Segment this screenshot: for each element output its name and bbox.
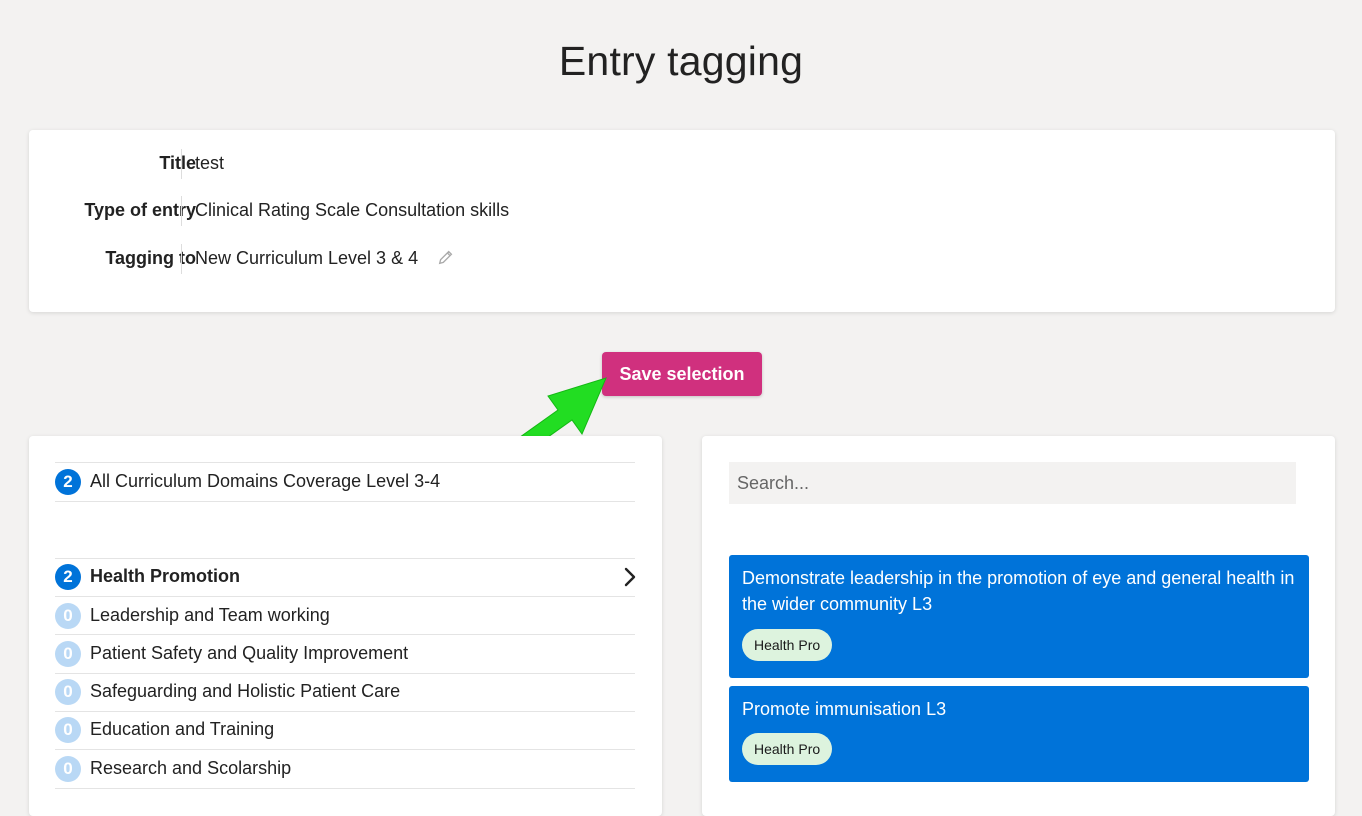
domain-item-education[interactable]: 0 Education and Training	[55, 711, 635, 749]
info-row-type: Type of entry Clinical Rating Scale Cons…	[29, 196, 1335, 226]
count-badge: 2	[55, 564, 81, 590]
domain-item-patient-safety[interactable]: 0 Patient Safety and Quality Improvement	[55, 635, 635, 673]
curriculum-overall-row[interactable]: 2 All Curriculum Domains Coverage Level …	[55, 463, 635, 501]
outcomes-panel: Demonstrate leadership in the promotion …	[702, 436, 1335, 816]
info-value: test	[195, 153, 225, 173]
domain-label: Research and Scolarship	[90, 758, 292, 778]
info-row-title: Title test	[29, 149, 1335, 179]
domain-label: Education and Training	[90, 719, 275, 739]
domain-label: Patient Safety and Quality Improvement	[90, 643, 409, 663]
curriculum-panel: 2 All Curriculum Domains Coverage Level …	[29, 436, 662, 816]
chevron-right-icon[interactable]	[623, 566, 637, 588]
count-badge: 0	[55, 641, 81, 667]
outcome-tag: Health Pro	[742, 733, 833, 765]
count-badge: 0	[55, 717, 81, 743]
info-value: Clinical Rating Scale Consultation skill…	[195, 200, 510, 220]
domain-label: Leadership and Team working	[90, 605, 330, 625]
divider	[55, 788, 635, 789]
search-input[interactable]	[729, 462, 1296, 504]
info-label: Title	[159, 153, 196, 173]
curriculum-overall-label: All Curriculum Domains Coverage Level 3-…	[90, 471, 441, 491]
outcome-card[interactable]: Demonstrate leadership in the promotion …	[729, 555, 1309, 678]
info-divider	[181, 244, 182, 274]
info-divider	[181, 196, 182, 226]
domain-label: Safeguarding and Holistic Patient Care	[90, 681, 401, 701]
count-badge: 0	[55, 679, 81, 705]
count-badge: 2	[55, 469, 81, 495]
domain-item-research[interactable]: 0 Research and Scolarship	[55, 750, 635, 788]
info-row-tagging: Tagging to New Curriculum Level 3 & 4	[29, 244, 1335, 274]
info-divider	[181, 149, 182, 179]
outcome-card[interactable]: Promote immunisation L3 Health Pro	[729, 686, 1309, 782]
divider	[55, 501, 635, 502]
domain-item-health-promotion[interactable]: 2 Health Promotion	[55, 558, 637, 596]
outcome-tag: Health Pro	[742, 629, 833, 661]
info-label: Type of entry	[84, 200, 196, 220]
page-title: Entry tagging	[558, 38, 804, 84]
count-badge: 0	[55, 756, 81, 782]
save-selection-button[interactable]: Save selection	[602, 352, 762, 396]
domain-item-safeguarding[interactable]: 0 Safeguarding and Holistic Patient Care	[55, 673, 635, 711]
outcome-title: Demonstrate leadership in the promotion …	[742, 568, 1295, 614]
outcome-title: Promote immunisation L3	[742, 699, 947, 719]
entry-info-card: Title test Type of entry Clinical Rating…	[29, 130, 1335, 312]
domain-item-leadership[interactable]: 0 Leadership and Team working	[55, 597, 635, 635]
info-label: Tagging to	[105, 248, 196, 268]
count-badge: 0	[55, 603, 81, 629]
domain-label: Health Promotion	[90, 566, 241, 586]
info-value: New Curriculum Level 3 & 4	[195, 248, 419, 268]
pencil-icon[interactable]	[437, 248, 455, 266]
